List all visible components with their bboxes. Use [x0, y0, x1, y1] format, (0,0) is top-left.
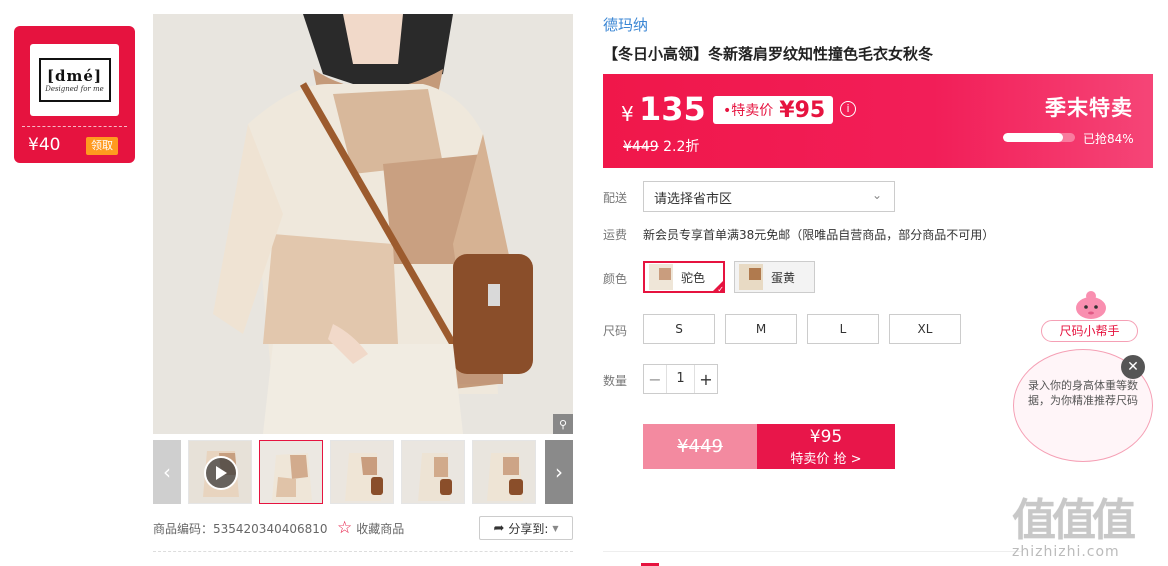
- share-button[interactable]: ➦ 分享到: ▼: [479, 516, 573, 540]
- close-icon[interactable]: ✕: [1121, 355, 1145, 379]
- thumbnail-prev-button[interactable]: ‹: [153, 440, 181, 504]
- delivery-region-select[interactable]: 请选择省市区 ⌄: [643, 181, 895, 212]
- thumbnail-image: [331, 441, 393, 503]
- claim-coupon-button[interactable]: 领取: [86, 137, 118, 155]
- main-product-image[interactable]: ⚲: [153, 14, 573, 434]
- color-option-label: 驼色: [681, 270, 706, 285]
- chevron-down-icon: ⌄: [871, 188, 882, 202]
- thumbnail-image: [402, 441, 464, 503]
- sold-percent: 已抢84%: [1083, 132, 1134, 146]
- buy-price: ¥95: [809, 427, 843, 447]
- thumbnail-next-button[interactable]: ›: [545, 440, 573, 504]
- price-banner: ¥ 135 •特卖价 ¥95 i ¥449 2.2折 季末特卖 已抢84%: [603, 74, 1153, 168]
- size-helper-tag[interactable]: 尺码小帮手: [1041, 320, 1138, 342]
- special-price-label: •特卖价: [723, 103, 774, 119]
- special-price-value: ¥95: [779, 97, 826, 123]
- share-icon: ➦: [493, 520, 505, 536]
- quantity-stepper: − 1 +: [643, 364, 718, 394]
- currency-symbol: ¥: [621, 102, 634, 126]
- watermark-logo: 值值值: [1012, 495, 1136, 546]
- size-option[interactable]: L: [807, 314, 879, 344]
- original-price: ¥449: [623, 139, 659, 155]
- zoom-button[interactable]: ⚲: [553, 414, 573, 434]
- product-title: 【冬日小高领】冬新落肩罗纹知性撞色毛衣女秋冬: [603, 45, 934, 63]
- thumbnail-item[interactable]: [259, 440, 323, 504]
- quantity-value[interactable]: 1: [666, 365, 695, 393]
- thumbnail-strip: ‹ ›: [153, 440, 573, 504]
- event-title: 季末特卖: [1045, 96, 1133, 120]
- buy-now-button[interactable]: ¥95 特卖价 抢 >: [757, 424, 895, 469]
- brand-logo: [dmé] Designed for me: [38, 58, 111, 102]
- thumbnail-item[interactable]: [472, 440, 536, 504]
- brand-logo-text: [dmé]: [46, 67, 103, 85]
- product-meta-bar: 商品编码：535420340406810 ☆ 收藏商品 ➦ 分享到: ▼: [153, 516, 573, 540]
- color-option[interactable]: 蛋黄: [734, 261, 815, 293]
- site-watermark: 值值值 zhizhizhi.com: [1012, 484, 1162, 564]
- brand-logo-box: [dmé] Designed for me: [30, 44, 119, 116]
- sold-progress-fill: [1003, 133, 1064, 142]
- selected-check-icon: ✓: [711, 279, 725, 293]
- color-option[interactable]: 驼色 ✓: [643, 261, 725, 293]
- original-price-line: ¥449 2.2折: [623, 136, 699, 156]
- delivery-region-value: 请选择省市区: [654, 192, 733, 207]
- discount-label: 2.2折: [663, 139, 700, 155]
- minus-icon[interactable]: −: [644, 370, 666, 389]
- coupon-amount: ¥40: [28, 135, 61, 155]
- buy-original-price: ¥449: [677, 436, 723, 457]
- chevron-right-icon: ›: [555, 460, 563, 484]
- search-icon: ⚲: [558, 417, 568, 431]
- favorite-label: 收藏商品: [356, 521, 405, 536]
- buy-label: 特卖价 抢 >: [790, 452, 862, 467]
- product-page: [dmé] Designed for me ¥40 领取 ⚲ ‹ › 商品编码：…: [0, 0, 1168, 566]
- coupon-divider: [22, 126, 127, 127]
- divider: [603, 551, 1023, 552]
- delivery-label: 配送: [603, 191, 628, 205]
- watermark-url: zhizhizhi.com: [1012, 544, 1120, 560]
- color-label: 颜色: [603, 272, 628, 286]
- info-icon[interactable]: i: [840, 101, 856, 117]
- favorite-button[interactable]: ☆ 收藏商品: [337, 518, 404, 538]
- size-label: 尺码: [603, 324, 628, 338]
- color-swatch: [739, 264, 763, 290]
- original-price-box: ¥449: [643, 424, 757, 469]
- thumbnail-video[interactable]: [188, 440, 252, 504]
- size-option[interactable]: XL: [889, 314, 961, 344]
- chevron-left-icon: ‹: [163, 460, 171, 484]
- divider: [153, 551, 573, 552]
- color-swatch: [649, 264, 673, 290]
- sold-progress-bar: [1003, 133, 1075, 142]
- thumbnail-image: [260, 441, 322, 503]
- shipping-policy: 新会员专享首单满38元免邮（限唯品自营商品，部分商品不可用）: [643, 228, 995, 242]
- product-code: 商品编码：535420340406810: [153, 522, 328, 536]
- plus-icon[interactable]: +: [695, 370, 717, 389]
- current-price: 135: [639, 90, 706, 128]
- special-price-tag: •特卖价 ¥95: [713, 96, 834, 124]
- star-icon: ☆: [337, 518, 353, 538]
- shipping-label: 运费: [603, 228, 628, 242]
- share-label: 分享到:: [508, 521, 549, 536]
- brand-coupon[interactable]: [dmé] Designed for me ¥40 领取: [14, 26, 135, 163]
- mascot-icon: [1076, 291, 1106, 319]
- thumbnail-item[interactable]: [330, 440, 394, 504]
- play-icon[interactable]: [204, 456, 238, 490]
- thumbnail-item[interactable]: [401, 440, 465, 504]
- color-option-label: 蛋黄: [771, 270, 796, 285]
- thumbnail-image: [473, 441, 535, 503]
- size-option[interactable]: M: [725, 314, 797, 344]
- brand-logo-sub: Designed for me: [45, 85, 104, 93]
- caret-down-icon: ▼: [552, 523, 559, 533]
- size-option[interactable]: S: [643, 314, 715, 344]
- brand-link[interactable]: 德玛纳: [603, 14, 648, 35]
- quantity-label: 数量: [603, 374, 628, 388]
- product-photo: [153, 14, 573, 434]
